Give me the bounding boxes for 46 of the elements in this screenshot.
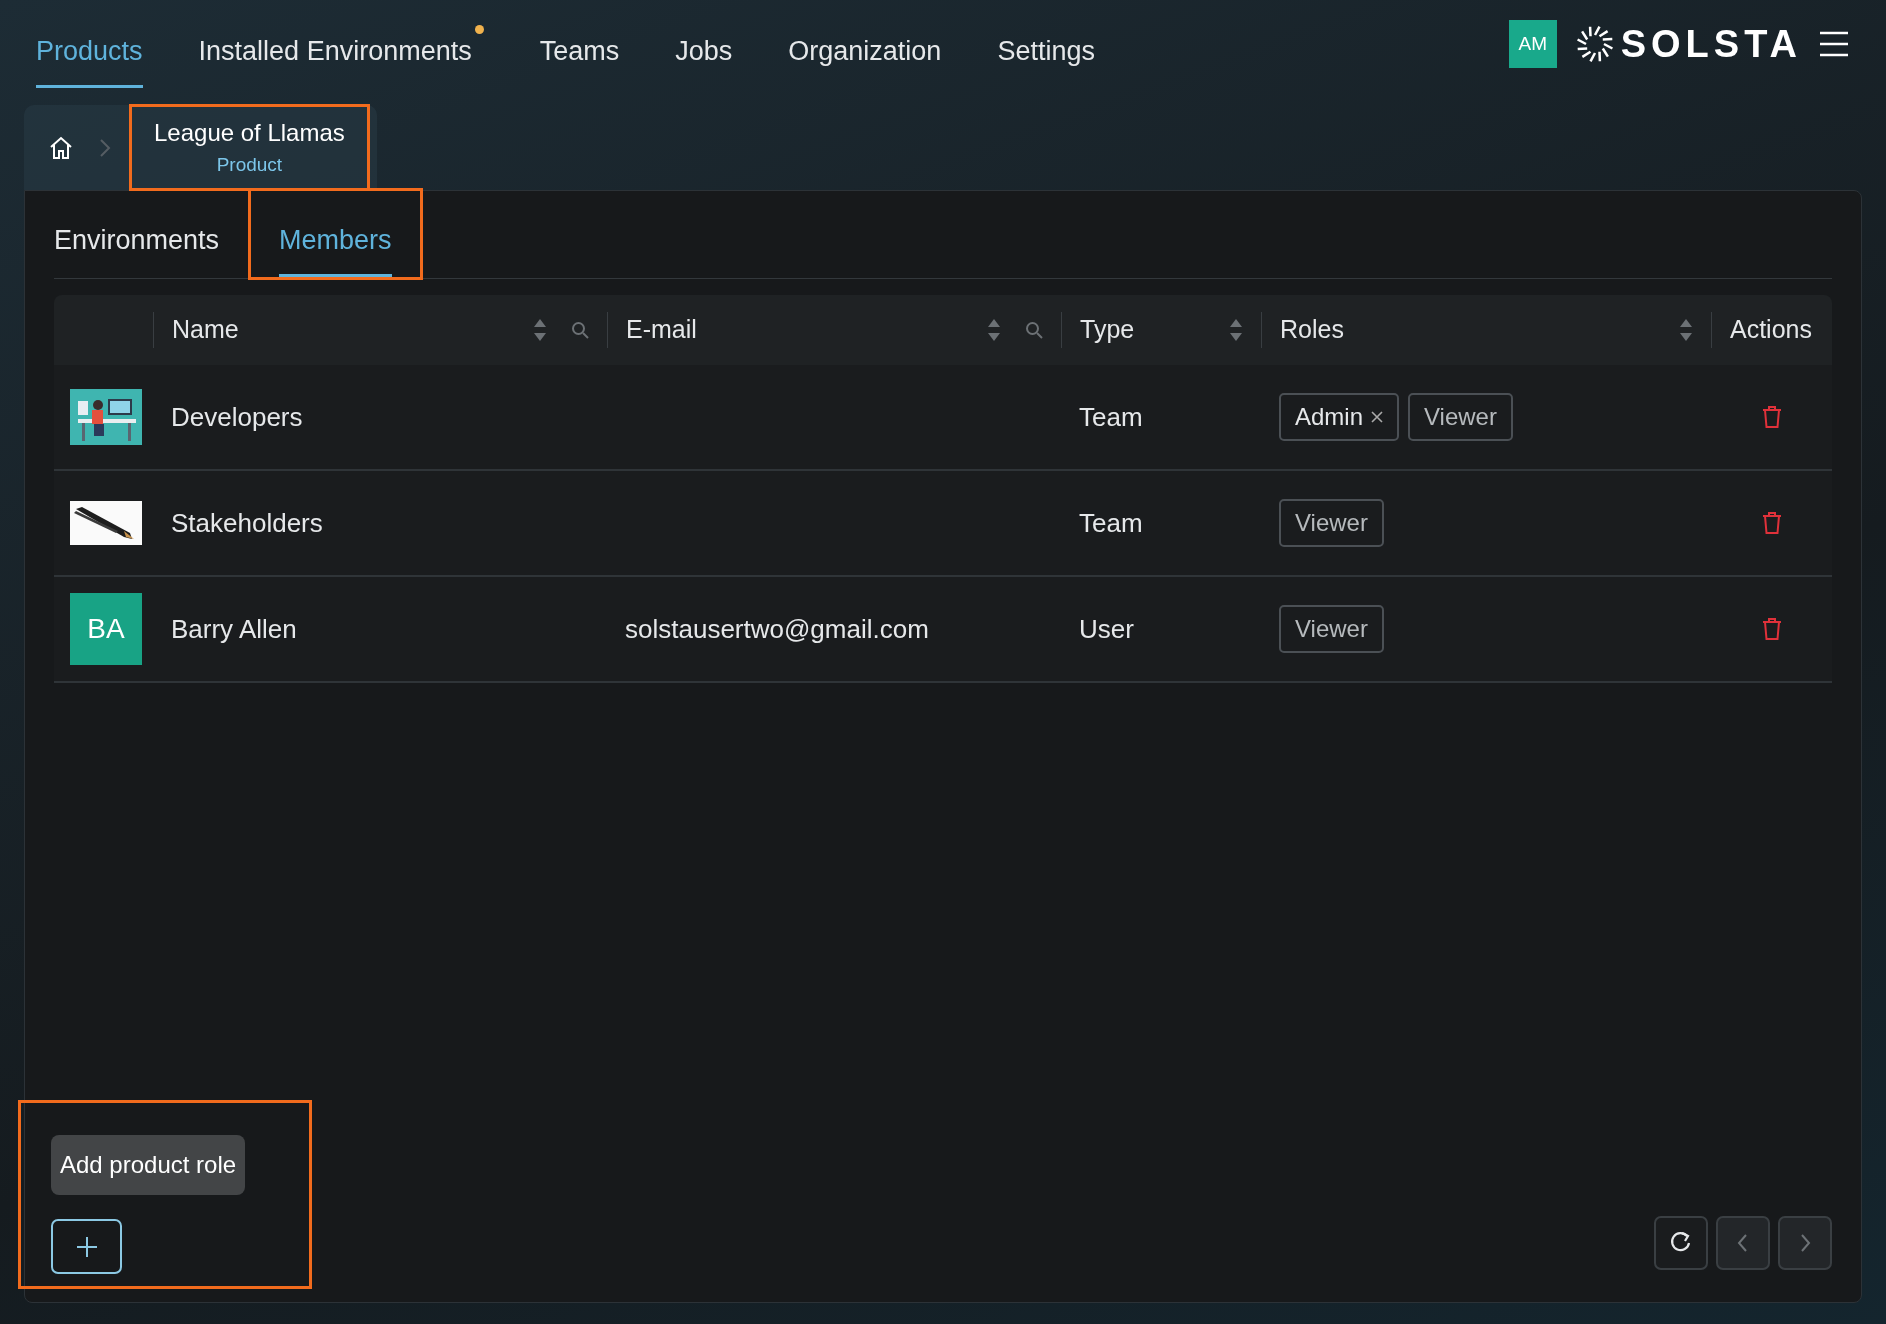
role-tag[interactable]: Viewer [1408,393,1513,441]
nav-tab[interactable]: Installed Environments [198,4,484,88]
column-header: Actions [1730,314,1812,346]
column-header: Type [1080,314,1135,346]
member-type: Team [1079,401,1143,432]
nav-tab[interactable]: Jobs [675,4,733,88]
member-type: Team [1079,507,1143,538]
member-type: User [1079,613,1134,644]
brand-name: SOLSTA [1620,21,1802,67]
sort-icon[interactable] [1679,318,1693,342]
nav-tab[interactable]: Organization [788,4,942,88]
refresh-button[interactable] [1654,1216,1708,1270]
search-icon[interactable] [571,321,589,339]
search-icon[interactable] [1025,321,1043,339]
delete-button[interactable] [1761,616,1782,642]
notification-dot [474,24,484,34]
tab[interactable]: Environments [54,219,220,277]
add-button[interactable] [51,1219,122,1274]
breadcrumb-title: League of Llamas [154,118,345,149]
sort-icon[interactable] [987,318,1001,342]
chevron-icon [98,136,112,159]
nav-tab[interactable]: Products [36,4,143,88]
remove-icon[interactable] [1371,411,1384,423]
breadcrumb-subtitle: Product [215,153,284,178]
member-name: Developers [171,401,303,432]
role-tag[interactable]: Viewer [1279,499,1384,547]
member-name: Stakeholders [171,507,323,538]
role-tag[interactable]: Admin [1279,393,1400,441]
home-button[interactable] [48,134,74,161]
delete-button[interactable] [1761,510,1782,536]
nav-tab[interactable]: Settings [997,4,1095,88]
role-tag[interactable]: Viewer [1279,605,1384,653]
delete-button[interactable] [1761,404,1782,430]
member-name: Barry Allen [171,613,297,644]
column-header: Roles [1280,314,1344,346]
nav-tab[interactable]: Teams [539,4,620,88]
tab[interactable]: Members [279,219,392,277]
menu-icon[interactable] [1818,30,1850,58]
sort-icon[interactable] [1229,318,1243,342]
tooltip: Add product role [51,1135,246,1195]
member-email: solstausertwo@gmail.com [625,613,929,644]
column-header: E-mail [626,314,697,346]
plus-icon[interactable] [75,1235,98,1258]
column-header: Name [172,314,239,346]
initials-avatar: BA [70,593,142,665]
sort-icon[interactable] [533,318,547,342]
